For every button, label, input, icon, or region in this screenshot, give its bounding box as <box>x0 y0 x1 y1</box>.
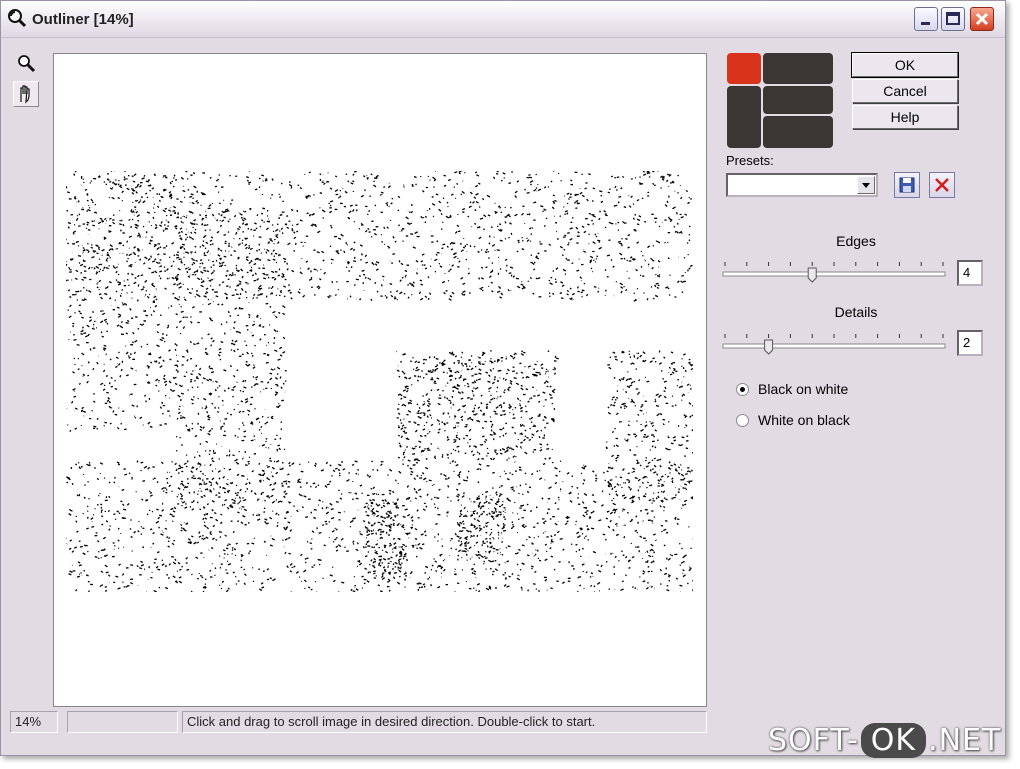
slider-thumb[interactable] <box>764 339 774 355</box>
edges-label: Edges <box>836 233 876 249</box>
save-preset-button[interactable] <box>894 172 920 198</box>
cancel-button[interactable]: Cancel <box>852 79 958 103</box>
floppy-disk-icon <box>899 177 915 193</box>
status-message: Click and drag to scroll image in desire… <box>182 711 707 733</box>
outline-preview-image <box>66 171 693 592</box>
outliner-dialog: Outliner [14%] OK Cancel Help Presets: E… <box>0 0 1006 756</box>
maximize-button[interactable] <box>941 7 965 31</box>
edges-value-field[interactable]: 4 <box>957 260 983 286</box>
details-label: Details <box>834 304 878 320</box>
radio-button[interactable] <box>736 413 749 427</box>
hand-icon <box>20 85 30 104</box>
ok-button[interactable]: OK <box>851 52 959 78</box>
delete-x-icon <box>935 178 949 192</box>
details-slider[interactable] <box>721 331 947 355</box>
presets-dropdown[interactable] <box>726 173 878 197</box>
details-value-field[interactable]: 2 <box>957 330 983 356</box>
outliner-logo <box>727 53 833 148</box>
radio-label: White on black <box>758 412 850 428</box>
dropdown-arrow-button[interactable] <box>857 176 875 194</box>
maximize-icon <box>946 12 960 25</box>
delete-preset-button[interactable] <box>929 172 955 198</box>
preview-pane[interactable] <box>53 53 707 707</box>
status-blank-pane <box>67 711 178 733</box>
minimize-button[interactable] <box>914 7 938 31</box>
radio-white-on-black[interactable]: White on black <box>736 410 850 430</box>
watermark-left: SOFT- <box>768 723 859 758</box>
radio-label: Black on white <box>758 381 849 397</box>
sketch-texture <box>66 171 693 592</box>
hand-tool-button[interactable] <box>13 81 39 107</box>
app-icon <box>8 9 27 28</box>
window-title: Outliner [14%] <box>32 11 134 28</box>
zoom-icon <box>18 55 36 73</box>
watermark-right: .NET <box>928 723 1002 758</box>
watermark-pill: OK <box>860 723 927 758</box>
help-button[interactable]: Help <box>852 105 958 129</box>
minimize-icon <box>921 22 930 25</box>
close-icon <box>975 12 989 26</box>
status-zoom: 14% <box>10 711 58 733</box>
watermark: SOFT- OK .NET <box>768 723 1001 758</box>
chevron-down-icon <box>862 183 870 188</box>
edges-slider[interactable] <box>721 259 947 283</box>
title-bar[interactable]: Outliner [14%] <box>1 1 1005 38</box>
radio-black-on-white[interactable]: Black on white <box>736 379 848 399</box>
close-button[interactable] <box>970 7 994 31</box>
presets-label: Presets: <box>726 153 774 168</box>
slider-thumb[interactable] <box>807 267 817 283</box>
radio-button-selected[interactable] <box>736 382 749 396</box>
tool-strip <box>13 51 41 111</box>
zoom-tool-button[interactable] <box>13 51 39 77</box>
